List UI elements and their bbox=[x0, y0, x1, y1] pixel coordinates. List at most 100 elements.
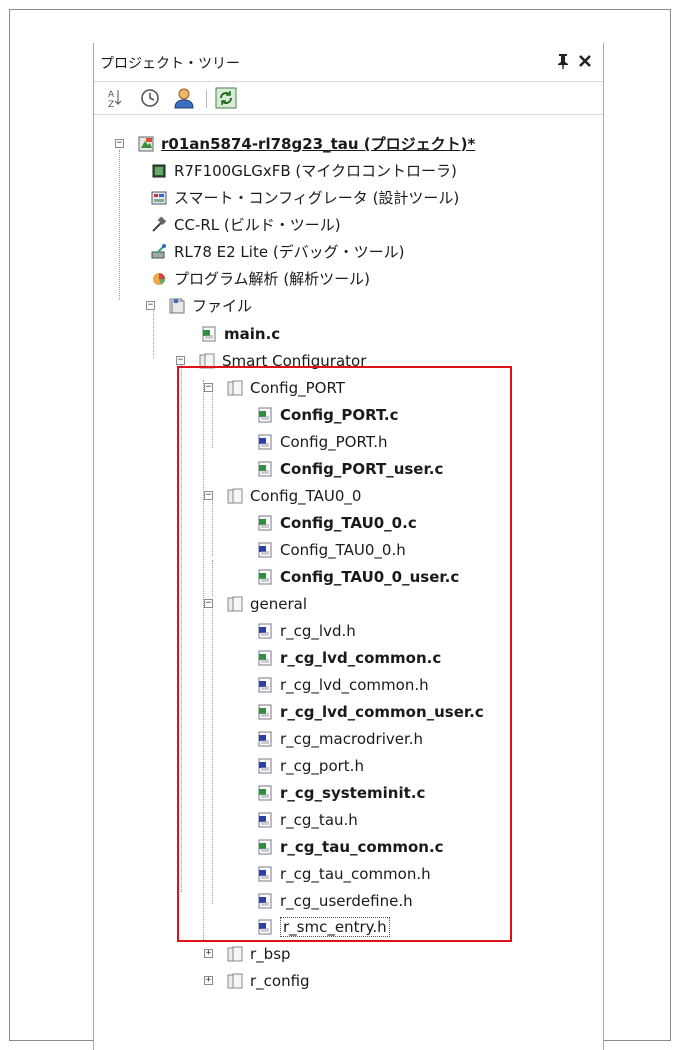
tree-row-smart-config-tool[interactable]: スマート・コンフィグレータ (設計ツール) bbox=[150, 184, 459, 211]
tree-row-config-tau[interactable]: − Config_TAU0_0 bbox=[204, 482, 361, 509]
user-icon[interactable] bbox=[172, 86, 196, 110]
smart-configurator-icon bbox=[150, 189, 168, 207]
tree-row-file[interactable]: r_cg_tau.h bbox=[256, 806, 358, 833]
h-file-icon bbox=[256, 918, 274, 936]
files-folder-label: ファイル bbox=[192, 297, 253, 315]
tree-row-files-folder[interactable]: − ファイル bbox=[146, 292, 252, 319]
collapse-toggle[interactable]: − bbox=[176, 356, 185, 365]
tree-row-file[interactable]: Config_PORT.h bbox=[256, 428, 387, 455]
tree-row-mcu[interactable]: R7F100GLGxFB (マイクロコントローラ) bbox=[150, 157, 457, 184]
tree-row-file[interactable]: r_cg_port.h bbox=[256, 752, 364, 779]
h-file-icon bbox=[256, 676, 274, 694]
file-label: r_smc_entry.h bbox=[280, 916, 390, 937]
general-label: general bbox=[250, 594, 308, 613]
tree-row-file[interactable]: Config_PORT.c bbox=[256, 401, 399, 428]
expand-toggle[interactable]: + bbox=[204, 976, 213, 985]
analysis-tool-label: プログラム解析 (解析ツール) bbox=[174, 270, 371, 288]
tree-row-file[interactable]: r_cg_macrodriver.h bbox=[256, 725, 423, 752]
file-label: r_cg_systeminit.c bbox=[280, 783, 426, 802]
expand-toggle[interactable]: + bbox=[204, 949, 213, 958]
build-tool-label: CC-RL (ビルド・ツール) bbox=[174, 216, 341, 234]
folder-icon bbox=[226, 945, 244, 963]
c-file-icon bbox=[256, 703, 274, 721]
file-label: r_cg_macrodriver.h bbox=[280, 729, 424, 748]
svg-text:Z: Z bbox=[108, 100, 114, 110]
file-label: r_cg_port.h bbox=[280, 756, 364, 775]
file-label: Config_PORT_user.c bbox=[280, 459, 444, 478]
c-file-icon bbox=[200, 325, 218, 343]
tree-line bbox=[212, 604, 213, 904]
tree-row-debug-tool[interactable]: RL78 E2 Lite (デバッグ・ツール) bbox=[150, 238, 405, 265]
r-bsp-label: r_bsp bbox=[250, 944, 291, 963]
tree-row-analysis-tool[interactable]: プログラム解析 (解析ツール) bbox=[150, 265, 370, 292]
tree-row-file[interactable]: r_cg_lvd_common_user.c bbox=[256, 698, 484, 725]
microcontroller-icon bbox=[150, 162, 168, 180]
tree-row-r-config[interactable]: + r_config bbox=[204, 967, 310, 994]
refresh-icon[interactable] bbox=[214, 86, 238, 110]
c-file-icon bbox=[256, 514, 274, 532]
tree-line bbox=[181, 362, 182, 892]
tree-row-file-selected[interactable]: r_smc_entry.h bbox=[256, 913, 390, 940]
mcu-label: R7F100GLGxFB (マイクロコントローラ) bbox=[174, 162, 457, 180]
tree-row-file[interactable]: r_cg_tau_common.c bbox=[256, 833, 444, 860]
h-file-icon bbox=[256, 433, 274, 451]
tree-row-project[interactable]: − r01an5874-rl78g23_tau (プロジェクト)* bbox=[115, 130, 475, 157]
collapse-toggle[interactable]: − bbox=[204, 599, 213, 608]
hammer-icon bbox=[150, 215, 168, 234]
tree-row-file[interactable]: r_cg_userdefine.h bbox=[256, 887, 413, 914]
file-label: Config_TAU0_0_user.c bbox=[280, 567, 460, 586]
file-label: Config_PORT.h bbox=[280, 432, 388, 451]
tree-row-file[interactable]: r_cg_lvd.h bbox=[256, 617, 356, 644]
file-label: Config_TAU0_0.c bbox=[280, 513, 417, 532]
tree-row-build-tool[interactable]: CC-RL (ビルド・ツール) bbox=[150, 211, 341, 238]
r-config-label: r_config bbox=[250, 971, 310, 990]
clock-icon[interactable] bbox=[138, 86, 162, 110]
h-file-icon bbox=[256, 757, 274, 775]
collapse-toggle[interactable]: − bbox=[146, 301, 155, 310]
tree-row-file[interactable]: r_cg_tau_common.h bbox=[256, 860, 431, 887]
toolbar-separator bbox=[206, 90, 207, 108]
pin-icon[interactable] bbox=[556, 53, 570, 73]
config-tau-label: Config_TAU0_0 bbox=[250, 486, 362, 505]
tree-row-file[interactable]: Config_TAU0_0.c bbox=[256, 509, 417, 536]
file-label: r_cg_tau_common.c bbox=[280, 837, 444, 856]
file-label: Config_TAU0_0.h bbox=[280, 540, 406, 559]
tree-row-file[interactable]: r_cg_lvd_common.h bbox=[256, 671, 429, 698]
tree-row-file[interactable]: Config_TAU0_0_user.c bbox=[256, 563, 459, 590]
tree-row-file[interactable]: Config_TAU0_0.h bbox=[256, 536, 406, 563]
h-file-icon bbox=[256, 622, 274, 640]
c-file-icon bbox=[256, 460, 274, 478]
c-file-icon bbox=[256, 784, 274, 802]
tree-row-general[interactable]: − general bbox=[204, 590, 307, 617]
folder-icon bbox=[198, 352, 216, 370]
folder-icon bbox=[226, 487, 244, 505]
c-file-icon bbox=[256, 838, 274, 856]
project-label: r01an5874-rl78g23_tau (プロジェクト)* bbox=[161, 135, 476, 153]
tree-row-config-port[interactable]: − Config_PORT bbox=[204, 374, 345, 401]
file-label: Config_PORT.c bbox=[280, 405, 399, 424]
main-c-label: main.c bbox=[224, 324, 281, 343]
h-file-icon bbox=[256, 541, 274, 559]
c-file-icon bbox=[256, 568, 274, 586]
debug-tool-icon bbox=[150, 243, 168, 261]
file-label: r_cg_tau.h bbox=[280, 810, 358, 829]
tree-row-file[interactable]: r_cg_systeminit.c bbox=[256, 779, 425, 806]
tree-row-file[interactable]: Config_PORT_user.c bbox=[256, 455, 443, 482]
file-label: r_cg_lvd_common.c bbox=[280, 648, 442, 667]
tree-row-file[interactable]: r_cg_lvd_common.c bbox=[256, 644, 441, 671]
smart-config-tool-label: スマート・コンフィグレータ (設計ツール) bbox=[174, 189, 460, 207]
h-file-icon bbox=[256, 730, 274, 748]
collapse-toggle[interactable]: − bbox=[204, 383, 213, 392]
h-file-icon bbox=[256, 865, 274, 883]
collapse-toggle[interactable]: − bbox=[115, 139, 124, 148]
tree-row-smart-configurator[interactable]: − Smart Configurator bbox=[176, 347, 366, 374]
tree-row-r-bsp[interactable]: + r_bsp bbox=[204, 940, 291, 967]
sort-az-icon[interactable]: AZ bbox=[102, 86, 126, 110]
close-icon[interactable] bbox=[578, 53, 592, 72]
h-file-icon bbox=[256, 811, 274, 829]
panel-toolbar: AZ bbox=[94, 82, 603, 115]
folder-icon bbox=[226, 379, 244, 397]
tree-row-main-c[interactable]: main.c bbox=[200, 320, 280, 347]
c-file-icon bbox=[256, 649, 274, 667]
collapse-toggle[interactable]: − bbox=[204, 491, 213, 500]
